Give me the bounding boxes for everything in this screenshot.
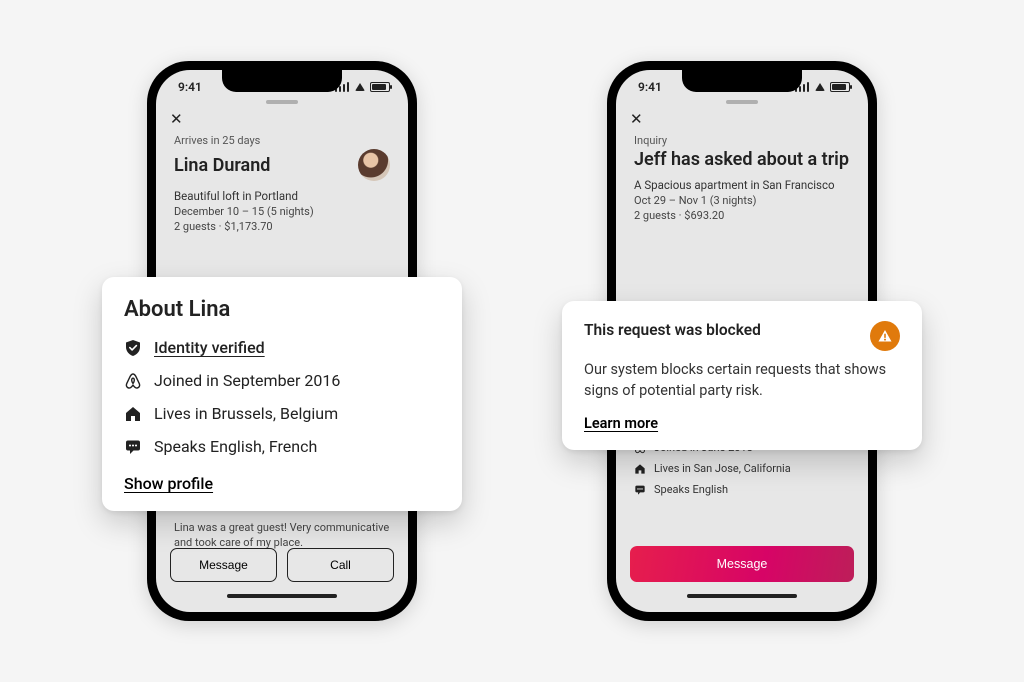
lives-in-text: Lives in Brussels, Belgium [154,404,338,423]
home-icon [634,463,646,475]
speech-bubble-icon [634,484,646,496]
inquiry-headline: Jeff has asked about a trip [634,149,850,170]
listing-title: Beautiful loft in Portland [174,189,390,203]
battery-icon [370,82,390,92]
blocked-title: This request was blocked [584,321,761,339]
message-button[interactable]: Message [630,546,854,582]
shield-check-icon [124,339,142,357]
speaks-row: Speaks English [634,483,850,496]
lives-in-row: Lives in San Jose, California [634,462,850,475]
stay-dates: Oct 29 – Nov 1 (3 nights) [634,194,850,207]
call-button[interactable]: Call [287,548,394,582]
request-blocked-card: This request was blocked Our system bloc… [562,301,922,450]
identity-verified-text: Identity verified [154,338,265,357]
left-phone-group: 9:41 ✕ Arrives in 25 days Lina Durand [102,61,462,621]
inquiry-label: Inquiry [634,134,850,147]
status-time: 9:41 [638,80,662,94]
home-indicator[interactable] [687,594,797,598]
wifi-icon [813,83,826,91]
speech-bubble-icon [124,438,142,456]
guests-and-price: 2 guests · $1,173.70 [174,220,390,233]
speaks-text: Speaks English [654,483,728,496]
lives-in-text: Lives in San Jose, California [654,462,791,475]
message-button[interactable]: Message [170,548,277,582]
airbnb-logo-icon [124,372,142,390]
warning-icon [870,321,900,351]
joined-text: Joined in September 2016 [154,371,340,390]
wifi-icon [353,83,366,91]
guest-name: Lina Durand [174,155,270,176]
avatar[interactable] [358,149,390,181]
joined-row: Joined in September 2016 [124,371,440,390]
blocked-body: Our system blocks certain requests that … [584,359,900,401]
speaks-row: Speaks English, French [124,437,440,456]
stay-dates: December 10 – 15 (5 nights) [174,205,390,218]
about-card-title: About Lina [124,297,440,322]
right-phone-group: 9:41 ✕ Inquiry Jeff has asked about a tr… [562,61,922,621]
close-icon[interactable]: ✕ [170,110,190,128]
show-profile-link[interactable]: Show profile [124,474,213,493]
home-icon [124,405,142,423]
close-icon[interactable]: ✕ [630,110,650,128]
learn-more-link[interactable]: Learn more [584,415,658,432]
guests-and-price: 2 guests · $693.20 [634,209,850,222]
lives-in-row: Lives in Brussels, Belgium [124,404,440,423]
home-indicator[interactable] [227,594,337,598]
status-time: 9:41 [178,80,202,94]
speaks-text: Speaks English, French [154,437,317,456]
arrival-label: Arrives in 25 days [174,134,390,147]
about-guest-card: About Lina Identity verified Joined in S… [102,277,462,511]
listing-title: A Spacious apartment in San Francisco [634,178,850,192]
battery-icon [830,82,850,92]
phone-notch [222,70,342,92]
phone-notch [682,70,802,92]
identity-verified-row: Identity verified [124,338,440,357]
